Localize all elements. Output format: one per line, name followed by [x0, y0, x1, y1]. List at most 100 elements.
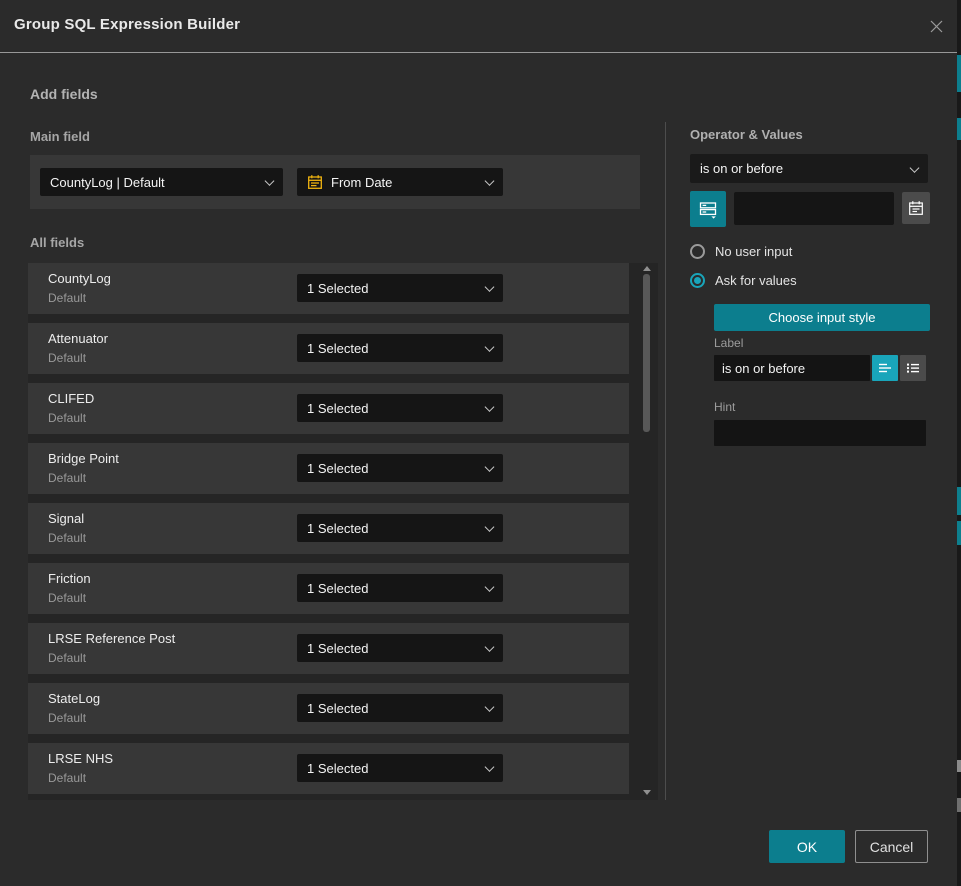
background-app-edge	[957, 0, 961, 886]
field-name: CLIFED	[48, 391, 94, 406]
group-sql-expression-builder-dialog: Group SQL Expression Builder Add fields …	[0, 0, 961, 886]
input-type-icon	[699, 200, 718, 219]
label-caption: Label	[714, 336, 743, 350]
main-field-panel: CountyLog | Default From Date	[30, 155, 640, 209]
align-left-icon	[878, 361, 892, 375]
field-values-select-value: 1 Selected	[307, 641, 368, 656]
label-style-list-button[interactable]	[900, 355, 926, 381]
operator-values-heading: Operator & Values	[690, 127, 803, 142]
field-values-select[interactable]: 1 Selected	[297, 754, 503, 782]
field-values-select-value: 1 Selected	[307, 701, 368, 716]
list-icon	[906, 361, 920, 375]
all-fields-list: CountyLog Default 1 Selected Attenuator …	[28, 263, 658, 800]
panel-divider	[665, 122, 666, 800]
scroll-up-icon[interactable]	[643, 266, 651, 271]
field-name: Friction	[48, 571, 91, 586]
field-subtitle: Default	[48, 531, 86, 545]
field-values-select[interactable]: 1 Selected	[297, 574, 503, 602]
field-name: LRSE Reference Post	[48, 631, 175, 646]
main-field-select[interactable]: From Date	[297, 168, 503, 196]
chevron-down-icon	[485, 342, 495, 352]
field-values-select[interactable]: 1 Selected	[297, 274, 503, 302]
field-values-select[interactable]: 1 Selected	[297, 694, 503, 722]
add-fields-heading: Add fields	[30, 86, 98, 102]
field-values-select-value: 1 Selected	[307, 521, 368, 536]
chevron-down-icon	[485, 522, 495, 532]
field-name: Bridge Point	[48, 451, 119, 466]
field-values-select-value: 1 Selected	[307, 281, 368, 296]
chevron-down-icon	[485, 762, 495, 772]
field-values-select[interactable]: 1 Selected	[297, 334, 503, 362]
field-subtitle: Default	[48, 411, 86, 425]
main-dataset-select[interactable]: CountyLog | Default	[40, 168, 283, 196]
close-button[interactable]	[922, 12, 950, 40]
field-values-select-value: 1 Selected	[307, 461, 368, 476]
main-dataset-select-value: CountyLog | Default	[50, 175, 165, 190]
field-subtitle: Default	[48, 711, 86, 725]
field-values-select-value: 1 Selected	[307, 581, 368, 596]
title-bar: Group SQL Expression Builder	[0, 0, 957, 52]
field-row: CLIFED Default 1 Selected	[28, 383, 629, 434]
field-row: StateLog Default 1 Selected	[28, 683, 629, 734]
value-input-type-button[interactable]	[690, 191, 726, 227]
value-input[interactable]	[734, 192, 894, 225]
chevron-down-icon	[485, 702, 495, 712]
field-row: LRSE Reference Post Default 1 Selected	[28, 623, 629, 674]
calendar-icon	[908, 200, 924, 216]
title-divider	[0, 52, 957, 53]
field-row: LRSE NHS Default 1 Selected	[28, 743, 629, 794]
chevron-down-icon	[485, 402, 495, 412]
radio-ask-for-values[interactable]: Ask for values	[690, 273, 797, 288]
label-style-single-line-button[interactable]	[872, 355, 898, 381]
field-row: Bridge Point Default 1 Selected	[28, 443, 629, 494]
chevron-down-icon	[485, 642, 495, 652]
field-row: CountyLog Default 1 Selected	[28, 263, 629, 314]
all-fields-heading: All fields	[30, 235, 84, 250]
radio-label: No user input	[715, 244, 792, 259]
field-subtitle: Default	[48, 771, 86, 785]
radio-no-user-input[interactable]: No user input	[690, 244, 792, 259]
field-values-select[interactable]: 1 Selected	[297, 634, 503, 662]
field-row: Signal Default 1 Selected	[28, 503, 629, 554]
chevron-down-icon	[485, 176, 495, 186]
ok-button[interactable]: OK	[769, 830, 845, 863]
radio-icon	[690, 244, 705, 259]
radio-selected-icon	[690, 273, 705, 288]
field-name: Attenuator	[48, 331, 108, 346]
chevron-down-icon	[485, 282, 495, 292]
field-values-select[interactable]: 1 Selected	[297, 394, 503, 422]
label-input[interactable]	[714, 355, 870, 381]
main-field-select-value: From Date	[331, 175, 392, 190]
operator-select[interactable]: is on or before	[690, 154, 928, 183]
close-icon	[928, 18, 945, 35]
hint-input[interactable]	[714, 420, 926, 446]
field-subtitle: Default	[48, 591, 86, 605]
chevron-down-icon	[910, 163, 920, 173]
chevron-down-icon	[265, 176, 275, 186]
field-subtitle: Default	[48, 291, 86, 305]
field-values-select-value: 1 Selected	[307, 401, 368, 416]
field-subtitle: Default	[48, 471, 86, 485]
choose-input-style-button[interactable]: Choose input style	[714, 304, 930, 331]
dialog-title: Group SQL Expression Builder	[14, 16, 240, 33]
hint-caption: Hint	[714, 400, 735, 414]
cancel-button[interactable]: Cancel	[855, 830, 928, 863]
radio-label: Ask for values	[715, 273, 797, 288]
field-name: StateLog	[48, 691, 100, 706]
scrollbar-thumb[interactable]	[643, 274, 650, 432]
date-picker-button[interactable]	[902, 192, 930, 224]
field-subtitle: Default	[48, 651, 86, 665]
field-values-select[interactable]: 1 Selected	[297, 454, 503, 482]
field-subtitle: Default	[48, 351, 86, 365]
chevron-down-icon	[485, 462, 495, 472]
chevron-down-icon	[485, 582, 495, 592]
field-name: LRSE NHS	[48, 751, 113, 766]
field-name: Signal	[48, 511, 84, 526]
field-values-select-value: 1 Selected	[307, 341, 368, 356]
date-calendar-icon	[307, 174, 323, 190]
field-name: CountyLog	[48, 271, 111, 286]
scroll-down-icon[interactable]	[643, 790, 651, 795]
field-values-select[interactable]: 1 Selected	[297, 514, 503, 542]
field-row: Attenuator Default 1 Selected	[28, 323, 629, 374]
field-row: Friction Default 1 Selected	[28, 563, 629, 614]
